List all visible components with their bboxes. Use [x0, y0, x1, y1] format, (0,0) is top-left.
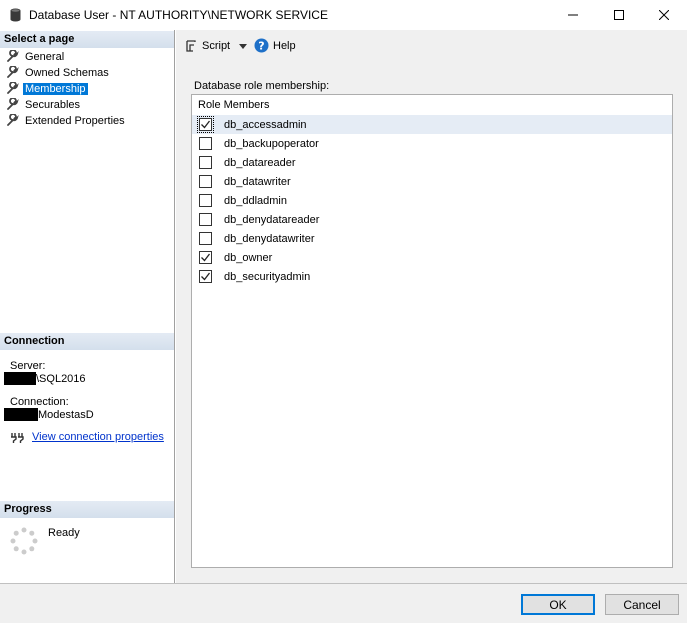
progress-header: Progress [0, 501, 174, 518]
checkmark-icon [201, 272, 211, 281]
connection-name: ModestasD [38, 408, 94, 421]
page-item-general[interactable]: General [6, 49, 66, 64]
role-name: db_denydatareader [224, 213, 320, 226]
maximize-icon [614, 10, 624, 20]
role-name: db_ddladmin [224, 194, 287, 207]
role-checkbox[interactable] [199, 175, 212, 188]
role-checkbox[interactable] [197, 116, 214, 133]
close-button[interactable] [641, 0, 687, 30]
cancel-button[interactable]: Cancel [605, 594, 679, 615]
help-button[interactable]: ? Help [254, 38, 296, 53]
plug-icon [11, 433, 24, 443]
connection-value: ModestasD [4, 408, 94, 421]
progress-status: Ready [48, 527, 80, 539]
checkmark-icon [201, 120, 211, 129]
role-row-db-owner[interactable]: db_owner [192, 248, 672, 267]
chevron-down-icon[interactable] [239, 43, 248, 49]
view-connection-properties-link[interactable]: View connection properties [10, 430, 164, 444]
role-checkbox[interactable] [199, 213, 212, 226]
role-row-db-denydatawriter[interactable]: db_denydatawriter [192, 229, 672, 248]
role-row-db-denydatareader[interactable]: db_denydatareader [192, 210, 672, 229]
minimize-icon [568, 14, 578, 16]
select-page-header: Select a page [0, 31, 174, 48]
window-title: Database User - NT AUTHORITY\NETWORK SER… [29, 8, 328, 22]
role-name: db_denydatawriter [224, 232, 315, 245]
toolbar: Script ? Help [176, 30, 687, 64]
role-membership-label: Database role membership: [194, 80, 330, 92]
column-header-members: Members [223, 99, 270, 111]
minimize-button[interactable] [550, 0, 596, 30]
list-header: Role Members [198, 99, 272, 111]
column-header-role: Role [198, 99, 221, 111]
connection-label: Connection: [10, 396, 69, 408]
left-pane: Select a page General Owned Schemas Memb… [0, 30, 175, 583]
redacted-block [4, 408, 38, 421]
help-label: Help [273, 39, 296, 52]
role-name: db_accessadmin [224, 118, 307, 131]
role-name: db_datareader [224, 156, 296, 169]
script-label: Script [202, 40, 231, 52]
view-connection-properties-label: View connection properties [32, 431, 164, 443]
wrench-icon [7, 50, 19, 62]
script-button[interactable]: Script [184, 39, 248, 53]
page-item-extended-properties[interactable]: Extended Properties [6, 113, 127, 128]
page-item-membership[interactable]: Membership [6, 81, 88, 96]
role-row-db-accessadmin[interactable]: db_accessadmin [192, 115, 672, 134]
redacted-block [4, 372, 36, 385]
role-row-db-datawriter[interactable]: db_datawriter [192, 172, 672, 191]
progress-spinner-icon [10, 527, 38, 555]
role-checkbox[interactable] [199, 137, 212, 150]
close-icon [659, 10, 669, 20]
ok-button[interactable]: OK [521, 594, 595, 615]
wrench-icon [7, 114, 19, 126]
script-icon [186, 40, 196, 52]
role-row-db-backupoperator[interactable]: db_backupoperator [192, 134, 672, 153]
role-checkbox[interactable] [199, 270, 212, 283]
server-label: Server: [10, 360, 46, 372]
page-item-securables[interactable]: Securables [6, 97, 82, 112]
page-item-label: Securables [25, 98, 81, 111]
page-item-label: Membership [23, 82, 88, 95]
page-item-label: General [25, 50, 65, 63]
page-item-owned-schemas[interactable]: Owned Schemas [6, 65, 111, 80]
maximize-button[interactable] [596, 0, 642, 30]
role-checkbox[interactable] [199, 156, 212, 169]
role-row-db-datareader[interactable]: db_datareader [192, 153, 672, 172]
wrench-icon [7, 66, 19, 78]
svg-text:?: ? [258, 40, 264, 53]
server-name: \SQL2016 [36, 372, 86, 385]
right-pane: Script ? Help Database role membership: … [176, 30, 687, 583]
role-row-db-securityadmin[interactable]: db_securityadmin [192, 267, 672, 286]
role-name: db_securityadmin [224, 270, 311, 283]
role-checkbox[interactable] [199, 251, 212, 264]
server-value: \SQL2016 [4, 372, 86, 385]
role-checkbox[interactable] [199, 232, 212, 245]
page-item-label: Owned Schemas [25, 66, 109, 79]
role-checkbox[interactable] [199, 194, 212, 207]
connection-header: Connection [0, 333, 174, 350]
role-name: db_backupoperator [224, 137, 319, 150]
title-bar: Database User - NT AUTHORITY\NETWORK SER… [0, 0, 687, 30]
role-row-db-ddladmin[interactable]: db_ddladmin [192, 191, 672, 210]
database-icon [10, 8, 21, 22]
wrench-icon [7, 82, 19, 94]
role-name: db_owner [224, 251, 273, 264]
role-name: db_datawriter [224, 175, 291, 188]
help-icon: ? [254, 38, 269, 53]
role-membership-list[interactable]: Role Members db_accessadmin db_backupoper… [191, 94, 673, 568]
dialog-footer: OK Cancel [0, 583, 687, 623]
checkmark-icon [201, 253, 211, 262]
page-item-label: Extended Properties [25, 114, 125, 127]
wrench-icon [7, 98, 19, 110]
